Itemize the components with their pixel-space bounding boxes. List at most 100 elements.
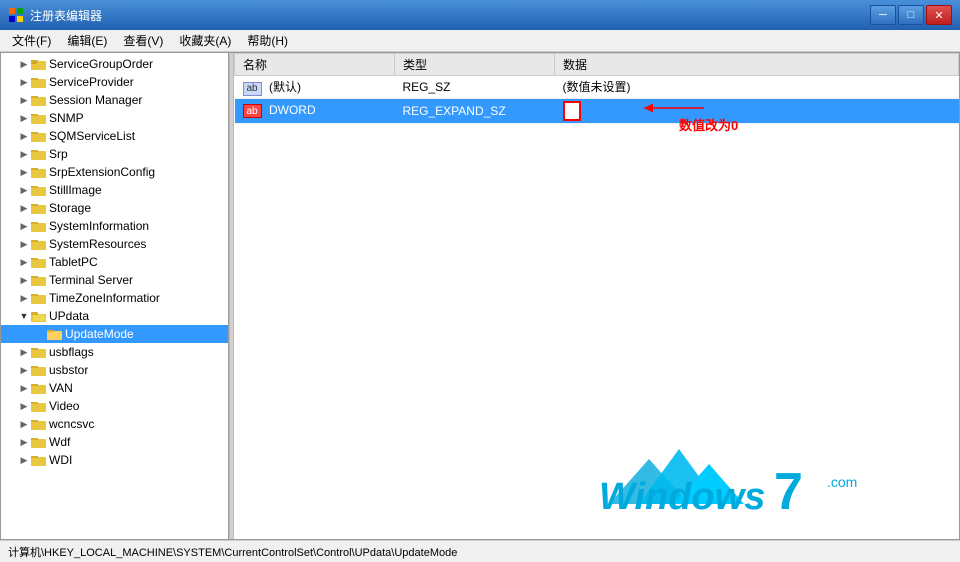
tree-item-updatemode[interactable]: UpdateMode <box>1 325 228 343</box>
table-row[interactable]: ab (默认) REG_SZ (数值未设置) <box>235 76 959 99</box>
tree-label: TimeZoneInformatior <box>49 291 160 305</box>
expand-icon: ▶ <box>17 59 31 70</box>
tree-item-usbstor[interactable]: ▶ usbstor <box>1 361 228 379</box>
folder-icon <box>31 147 47 161</box>
table-row[interactable]: ab DWORD REG_EXPAND_SZ 0 <box>235 98 959 123</box>
menu-edit[interactable]: 编辑(E) <box>59 30 115 51</box>
folder-icon <box>31 111 47 125</box>
tree-label: usbstor <box>49 363 88 377</box>
tree-label: wcncsvc <box>49 417 94 431</box>
tree-item-srp[interactable]: ▶ Srp <box>1 145 228 163</box>
tree-item-sessionmanager[interactable]: ▶ Session Manager <box>1 91 228 109</box>
reg-data-cell: 0 <box>555 98 959 123</box>
col-type-header: 类型 <box>395 54 555 76</box>
expand-icon: ▶ <box>17 221 31 232</box>
tree-item-serviceprovider[interactable]: ▶ ServiceProvider <box>1 73 228 91</box>
reg-name-cell: ab (默认) <box>235 76 395 99</box>
registry-table: 名称 类型 数据 ab (默认) REG_SZ (数值未设置) <box>234 53 959 124</box>
tree-item-video[interactable]: ▶ Video <box>1 397 228 415</box>
registry-tree[interactable]: ▶ ServiceGroupOrder ▶ ServiceProvider ▶ <box>1 53 229 539</box>
folder-icon <box>31 129 47 143</box>
status-text: 计算机\HKEY_LOCAL_MACHINE\SYSTEM\CurrentCon… <box>8 544 457 560</box>
tree-label: SNMP <box>49 111 84 125</box>
tree-label: StillImage <box>49 183 102 197</box>
folder-icon <box>31 363 47 377</box>
menu-view[interactable]: 查看(V) <box>115 30 171 51</box>
tree-item-terminalserver[interactable]: ▶ Terminal Server <box>1 271 228 289</box>
expand-icon: ▶ <box>17 167 31 178</box>
tree-item-systeminformation[interactable]: ▶ SystemInformation <box>1 217 228 235</box>
tree-item-wdi[interactable]: ▶ WDI <box>1 451 228 469</box>
tree-item-srpextensionconfig[interactable]: ▶ SrpExtensionConfig <box>1 163 228 181</box>
main-container: ▶ ServiceGroupOrder ▶ ServiceProvider ▶ <box>0 52 960 540</box>
expand-icon: ▶ <box>17 383 31 394</box>
tree-label: TabletPC <box>49 255 98 269</box>
menu-help[interactable]: 帮助(H) <box>239 30 296 51</box>
expand-icon: ▶ <box>17 419 31 430</box>
tree-label: usbflags <box>49 345 94 359</box>
minimize-button[interactable]: ─ <box>870 5 896 25</box>
tree-item-servicegrouporder[interactable]: ▶ ServiceGroupOrder <box>1 55 228 73</box>
expand-icon: ▶ <box>17 185 31 196</box>
tree-item-wdf[interactable]: ▶ Wdf <box>1 433 228 451</box>
open-folder-icon <box>31 309 47 323</box>
reg-type-cell: REG_EXPAND_SZ <box>395 98 555 123</box>
folder-icon <box>31 453 47 467</box>
expand-icon: ▼ <box>17 311 31 321</box>
tree-item-snmp[interactable]: ▶ SNMP <box>1 109 228 127</box>
folder-icon <box>31 345 47 359</box>
dword-type-icon: ab <box>243 104 262 118</box>
expand-icon: ▶ <box>17 401 31 412</box>
folder-icon <box>31 291 47 305</box>
expand-icon: ▶ <box>17 365 31 376</box>
close-button[interactable]: ✕ <box>926 5 952 25</box>
menu-file[interactable]: 文件(F) <box>4 30 59 51</box>
title-bar: 注册表编辑器 ─ □ ✕ <box>0 0 960 30</box>
tree-item-usbflags[interactable]: ▶ usbflags <box>1 343 228 361</box>
expand-icon: ▶ <box>17 77 31 88</box>
tree-item-wcncsvc[interactable]: ▶ wcncsvc <box>1 415 228 433</box>
tree-label: SystemInformation <box>49 219 149 233</box>
tree-label: WDI <box>49 453 72 467</box>
tree-item-stillimage[interactable]: ▶ StillImage <box>1 181 228 199</box>
expand-icon: ▶ <box>17 437 31 448</box>
col-data-header: 数据 <box>555 54 959 76</box>
window-title: 注册表编辑器 <box>30 7 870 24</box>
expand-icon: ▶ <box>17 203 31 214</box>
menu-favorites[interactable]: 收藏夹(A) <box>171 30 239 51</box>
tree-label: Terminal Server <box>49 273 133 287</box>
reg-data-cell: (数值未设置) <box>555 76 959 99</box>
expand-icon: ▶ <box>17 239 31 250</box>
reg-type-cell: REG_SZ <box>395 76 555 99</box>
tree-item-sqmservicelist[interactable]: ▶ SQMServiceList <box>1 127 228 145</box>
tree-item-updata[interactable]: ▼ UPdata <box>1 307 228 325</box>
tree-label: VAN <box>49 381 73 395</box>
expand-icon: ▶ <box>17 455 31 466</box>
folder-icon <box>31 273 47 287</box>
dword-value: 0 <box>563 101 582 121</box>
folder-icon <box>31 435 47 449</box>
maximize-button[interactable]: □ <box>898 5 924 25</box>
folder-icon <box>31 201 47 215</box>
expand-icon: ▶ <box>17 275 31 286</box>
tree-item-timezoneinfo[interactable]: ▶ TimeZoneInformatior <box>1 289 228 307</box>
window-controls: ─ □ ✕ <box>870 5 952 25</box>
expand-icon: ▶ <box>17 257 31 268</box>
tree-item-tabletpc[interactable]: ▶ TabletPC <box>1 253 228 271</box>
folder-icon <box>31 255 47 269</box>
tree-label: Video <box>49 399 79 413</box>
app-icon <box>8 7 24 23</box>
expand-icon: ▶ <box>17 293 31 304</box>
tree-label: Storage <box>49 201 91 215</box>
tree-label: SrpExtensionConfig <box>49 165 155 179</box>
tree-label: ServiceGroupOrder <box>49 57 153 71</box>
tree-item-van[interactable]: ▶ VAN <box>1 379 228 397</box>
tree-label: Wdf <box>49 435 70 449</box>
menu-bar: 文件(F) 编辑(E) 查看(V) 收藏夹(A) 帮助(H) <box>0 30 960 52</box>
folder-icon <box>31 381 47 395</box>
registry-content-panel: 名称 类型 数据 ab (默认) REG_SZ (数值未设置) <box>234 53 959 539</box>
tree-item-storage[interactable]: ▶ Storage <box>1 199 228 217</box>
tree-label: UpdateMode <box>65 327 134 341</box>
folder-icon <box>31 75 47 89</box>
tree-item-systemresources[interactable]: ▶ SystemResources <box>1 235 228 253</box>
